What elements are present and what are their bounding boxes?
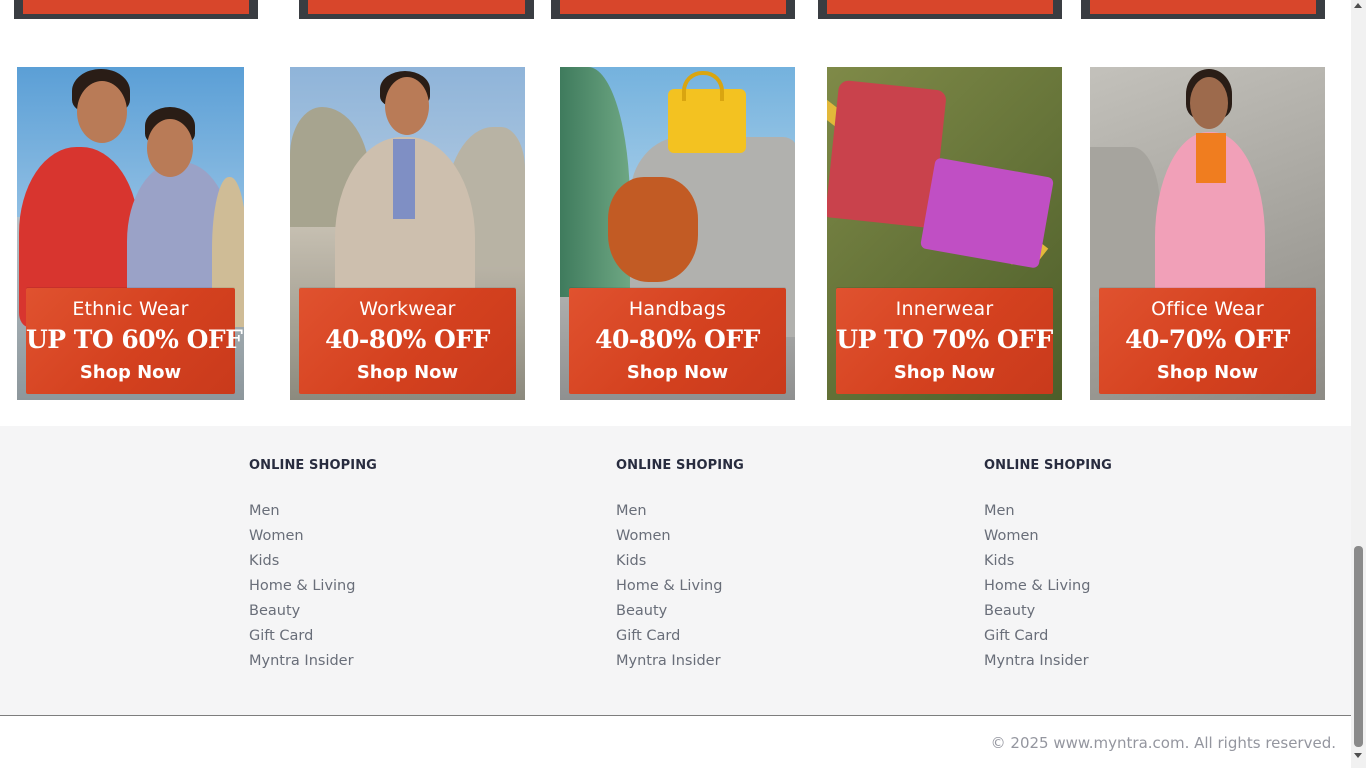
- footer-links: Men Women Kids Home & Living Beauty Gift…: [616, 503, 744, 678]
- promo-offer-box: Office Wear 40-70% OFF Shop Now: [1099, 288, 1316, 394]
- previous-promo-card[interactable]: [299, 0, 534, 19]
- footer-link-home-living[interactable]: Home & Living: [616, 578, 744, 603]
- shop-now-link[interactable]: Shop Now: [1099, 362, 1316, 383]
- promo-discount: 40-70% OFF: [1125, 325, 1290, 354]
- footer-link-gift-card[interactable]: Gift Card: [249, 628, 377, 653]
- vertical-scrollbar[interactable]: [1351, 0, 1366, 768]
- footer-link-women[interactable]: Women: [984, 528, 1112, 553]
- footer-link-men[interactable]: Men: [616, 503, 744, 528]
- promo-discount: 40-80% OFF: [325, 325, 490, 354]
- footer-link-myntra-insider[interactable]: Myntra Insider: [616, 653, 744, 678]
- promo-card-handbags[interactable]: Handbags 40-80% OFF Shop Now: [560, 67, 795, 400]
- promo-title: Office Wear: [1151, 298, 1264, 320]
- footer-link-beauty[interactable]: Beauty: [616, 603, 744, 628]
- footer-column: ONLINE SHOPING Men Women Kids Home & Liv…: [984, 458, 1112, 678]
- promo-card-innerwear[interactable]: Innerwear UP TO 70% OFF Shop Now: [827, 67, 1062, 400]
- footer-links: Men Women Kids Home & Living Beauty Gift…: [249, 503, 377, 678]
- promo-offer-box: Handbags 40-80% OFF Shop Now: [569, 288, 786, 394]
- promo-title: Handbags: [628, 298, 727, 320]
- footer-link-women[interactable]: Women: [616, 528, 744, 553]
- footer-heading: ONLINE SHOPING: [984, 458, 1112, 473]
- shop-now-link[interactable]: Shop Now: [299, 362, 516, 383]
- promo-discount: UP TO 70% OFF: [836, 325, 1053, 354]
- scroll-up-arrow-icon[interactable]: [1354, 3, 1362, 8]
- shop-now-link[interactable]: Shop Now: [26, 362, 235, 383]
- promo-title: Ethnic Wear: [72, 298, 189, 320]
- footer-link-men[interactable]: Men: [984, 503, 1112, 528]
- footer-link-kids[interactable]: Kids: [984, 553, 1112, 578]
- scroll-down-arrow-icon[interactable]: [1354, 753, 1362, 758]
- footer-link-men[interactable]: Men: [249, 503, 377, 528]
- footer-link-myntra-insider[interactable]: Myntra Insider: [249, 653, 377, 678]
- previous-promo-card[interactable]: [14, 0, 258, 19]
- footer-column: ONLINE SHOPING Men Women Kids Home & Liv…: [616, 458, 744, 678]
- scrollbar-thumb[interactable]: [1354, 546, 1363, 747]
- footer-links: Men Women Kids Home & Living Beauty Gift…: [984, 503, 1112, 678]
- previous-promo-card[interactable]: [551, 0, 795, 19]
- footer-link-gift-card[interactable]: Gift Card: [984, 628, 1112, 653]
- promo-card-ethnic-wear[interactable]: Ethnic Wear UP TO 60% OFF Shop Now: [17, 67, 244, 400]
- page-viewport: Ethnic Wear UP TO 60% OFF Shop Now Workw…: [0, 0, 1351, 768]
- promo-title: Workwear: [359, 298, 456, 320]
- previous-promo-card[interactable]: [1081, 0, 1325, 19]
- footer-link-kids[interactable]: Kids: [616, 553, 744, 578]
- promo-title: Innerwear: [895, 298, 994, 320]
- site-footer: ONLINE SHOPING Men Women Kids Home & Liv…: [0, 426, 1351, 716]
- footer-link-beauty[interactable]: Beauty: [984, 603, 1112, 628]
- footer-heading: ONLINE SHOPING: [616, 458, 744, 473]
- footer-link-myntra-insider[interactable]: Myntra Insider: [984, 653, 1112, 678]
- previous-promo-card[interactable]: [818, 0, 1062, 19]
- footer-link-kids[interactable]: Kids: [249, 553, 377, 578]
- promo-card-office-wear[interactable]: Office Wear 40-70% OFF Shop Now: [1090, 67, 1325, 400]
- footer-divider: [0, 715, 1351, 716]
- footer-link-beauty[interactable]: Beauty: [249, 603, 377, 628]
- promo-offer-box: Ethnic Wear UP TO 60% OFF Shop Now: [26, 288, 243, 394]
- promo-discount: UP TO 60% OFF: [26, 325, 243, 354]
- promo-offer-box: Innerwear UP TO 70% OFF Shop Now: [836, 288, 1053, 394]
- copyright-text: © 2025 www.myntra.com. All rights reserv…: [990, 734, 1336, 752]
- shop-now-link[interactable]: Shop Now: [569, 362, 786, 383]
- shop-now-link[interactable]: Shop Now: [836, 362, 1053, 383]
- footer-column: ONLINE SHOPING Men Women Kids Home & Liv…: [249, 458, 377, 678]
- footer-link-home-living[interactable]: Home & Living: [984, 578, 1112, 603]
- promo-discount: 40-80% OFF: [595, 325, 760, 354]
- footer-link-women[interactable]: Women: [249, 528, 377, 553]
- footer-link-home-living[interactable]: Home & Living: [249, 578, 377, 603]
- promo-offer-box: Workwear 40-80% OFF Shop Now: [299, 288, 516, 394]
- footer-link-gift-card[interactable]: Gift Card: [616, 628, 744, 653]
- promo-card-workwear[interactable]: Workwear 40-80% OFF Shop Now: [290, 67, 525, 400]
- footer-heading: ONLINE SHOPING: [249, 458, 377, 473]
